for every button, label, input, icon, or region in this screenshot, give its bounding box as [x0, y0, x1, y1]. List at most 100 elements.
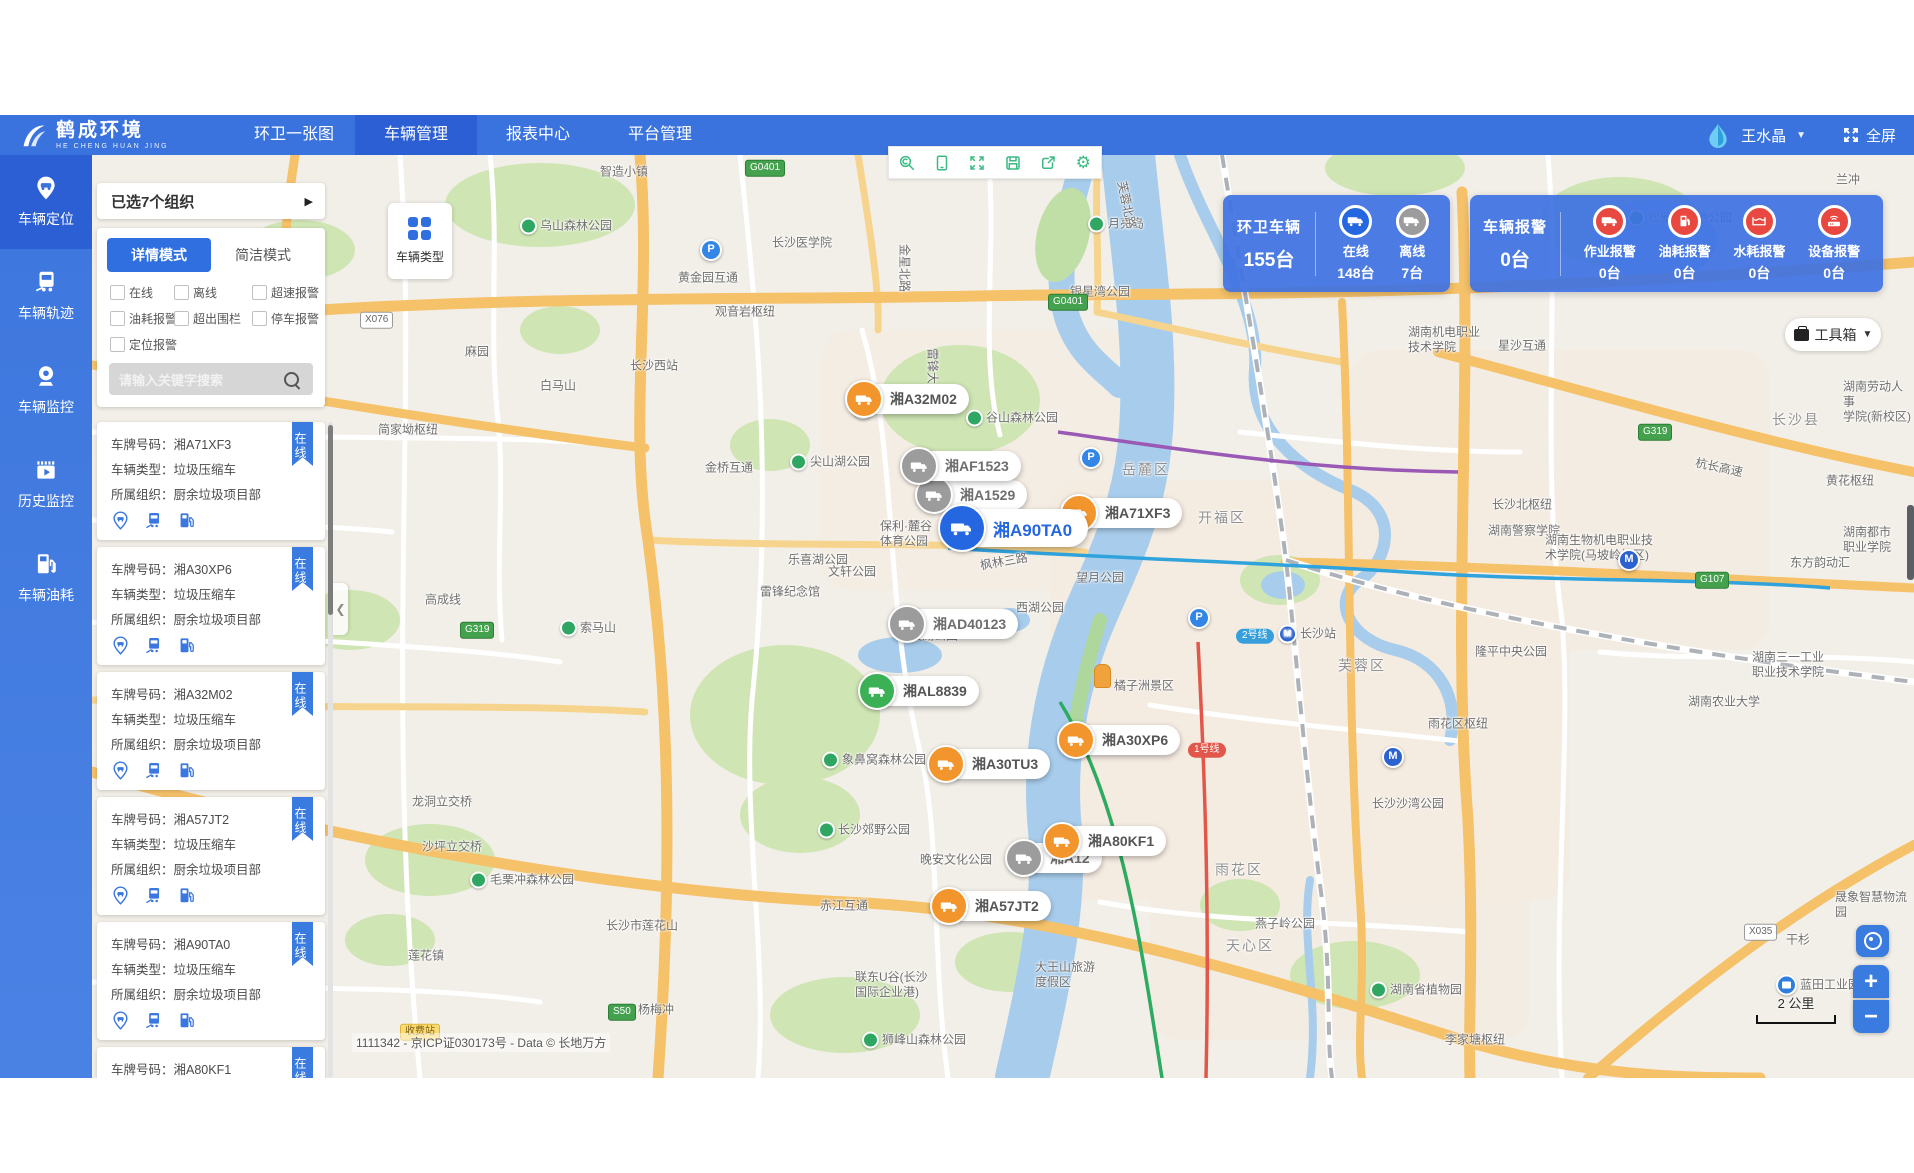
tablet-icon[interactable]	[933, 154, 951, 172]
search-icon[interactable]	[284, 372, 299, 387]
locate-button[interactable]	[1856, 925, 1889, 957]
vehicle-map-marker[interactable]: 湘A57JT2	[933, 891, 1051, 921]
settings-gear-icon[interactable]: ⚙	[1074, 154, 1092, 172]
filter-checkbox-item[interactable]: 在线	[110, 284, 174, 301]
tab-detail-mode[interactable]: 详情模式	[107, 238, 211, 272]
user-chevron-down-icon[interactable]: ▼	[1796, 130, 1806, 141]
filter-checkbox-item[interactable]: 油耗报警	[110, 310, 174, 327]
vehicle-card[interactable]: 车牌号码：湘A57JT2 车辆类型：垃圾压缩车 所属组织：厨余垃圾项目部 在线	[97, 797, 325, 915]
vehicle-map-marker[interactable]: 湘AF1523	[903, 451, 1021, 481]
nav-menu-item[interactable]: 环卫一张图	[233, 115, 355, 155]
online-value: 148台	[1337, 263, 1374, 283]
type-field-label: 车辆类型：	[111, 588, 174, 602]
track-playback-icon[interactable]	[144, 761, 163, 780]
tab-label: 简洁模式	[235, 247, 291, 263]
water-alarm-label: 水耗报警	[1733, 241, 1785, 260]
checkbox-box[interactable]	[252, 311, 267, 326]
checkbox-box[interactable]	[174, 285, 189, 300]
locate-vehicle-icon[interactable]	[111, 636, 130, 655]
vehicle-card[interactable]: 车牌号码：湘A30XP6 车辆类型：垃圾压缩车 所属组织：厨余垃圾项目部 在线	[97, 547, 325, 665]
zoom-out-button[interactable]: −	[1853, 1000, 1889, 1033]
truck-icon	[888, 605, 926, 643]
filter-checkbox-item[interactable]: 超速报警	[252, 284, 325, 301]
sidebar-item-vehicle-monitor[interactable]: 车辆监控	[0, 343, 92, 437]
offline-value: 7台	[1401, 263, 1423, 283]
sidebar-item-vehicle-location[interactable]: 车辆定位	[0, 155, 92, 249]
expand-icon[interactable]	[968, 154, 986, 172]
fuel-icon[interactable]	[177, 886, 196, 905]
type-field-label: 车辆类型：	[111, 963, 174, 977]
sidebar-item-label: 车辆定位	[18, 209, 74, 229]
filter-checkbox-item[interactable]: 超出围栏	[174, 310, 252, 327]
fuel-icon[interactable]	[177, 636, 196, 655]
locate-vehicle-icon[interactable]	[111, 1011, 130, 1030]
vehicle-card[interactable]: 车牌号码：湘A32M02 车辆类型：垃圾压缩车 所属组织：厨余垃圾项目部 在线	[97, 672, 325, 790]
vehicle-map-marker[interactable]: 湘A80KF1	[1046, 826, 1166, 856]
vehicle-type-button[interactable]: 车辆类型	[388, 203, 452, 279]
checkbox-box[interactable]	[110, 337, 125, 352]
fuel-icon[interactable]	[177, 511, 196, 530]
zoom-in-button[interactable]: +	[1853, 965, 1889, 998]
map-copyright: 1111342 - 京ICP证030173号 - Data © 长地万方	[352, 1033, 610, 1052]
list-scrollbar[interactable]	[328, 422, 333, 1078]
status-text: 在线	[292, 1057, 313, 1078]
vehicle-map-marker[interactable]: 湘AL8839	[861, 676, 979, 706]
checkbox-box[interactable]	[252, 285, 267, 300]
nav-menu-item[interactable]: 平台管理	[599, 115, 721, 155]
track-playback-icon[interactable]	[144, 1011, 163, 1030]
nav-menu-item[interactable]: 报表中心	[477, 115, 599, 155]
vehicle-card[interactable]: 车牌号码：湘A80KF1 车辆类型：垃圾压缩车 所属组织：厨余垃圾项目部 在线	[97, 1047, 325, 1078]
plate-field-label: 车牌号码：	[111, 688, 174, 702]
sidebar-item-vehicle-fuel[interactable]: 车辆油耗	[0, 531, 92, 625]
vehicle-map-marker[interactable]: 湘A30TU3	[930, 749, 1050, 779]
search-input[interactable]: 请输入关键字搜索	[109, 363, 313, 395]
track-playback-icon[interactable]	[144, 511, 163, 530]
org-field-label: 所属组织：	[111, 613, 174, 627]
filter-checkbox-item[interactable]: 定位报警	[110, 336, 174, 353]
circle-search-icon[interactable]	[898, 154, 916, 172]
checkbox-box[interactable]	[174, 311, 189, 326]
org-expand-arrow-icon[interactable]: ▶	[305, 195, 313, 208]
vehicle-card[interactable]: 车牌号码：湘A90TA0 车辆类型：垃圾压缩车 所属组织：厨余垃圾项目部 在线	[97, 922, 325, 1040]
fullscreen-label: 全屏	[1866, 125, 1896, 146]
sidebar-item-vehicle-track[interactable]: 车辆轨迹	[0, 249, 92, 343]
vehicle-map-marker[interactable]: 湘A90TA0	[941, 509, 1088, 547]
toolbox-button[interactable]: 工具箱 ▼	[1785, 318, 1881, 351]
panel-collapse-button[interactable]: ❮	[333, 583, 348, 635]
locate-vehicle-icon[interactable]	[111, 511, 130, 530]
filter-checkbox-item[interactable]: 停车报警	[252, 310, 325, 327]
vehicle-card[interactable]: 车牌号码：湘A71XF3 车辆类型：垃圾压缩车 所属组织：厨余垃圾项目部 在线	[97, 422, 325, 540]
nav-menu-item-label: 车辆管理	[384, 126, 448, 143]
fullscreen-button[interactable]: 全屏	[1842, 125, 1896, 146]
user-name[interactable]: 王水晶	[1741, 125, 1786, 146]
track-playback-icon[interactable]	[144, 886, 163, 905]
online-label: 在线	[1343, 241, 1369, 260]
app-body: 智造小镇乌山森林公园长沙医学院黄金园互通月亮岛金星北路芙蓉北路观音岩枢纽银星湾公…	[0, 155, 1914, 1078]
mode-tabs: 详情模式 简洁模式	[107, 238, 315, 272]
crane-logo-icon	[18, 120, 48, 150]
marker-plate-label: 湘AL8839	[903, 681, 967, 701]
export-icon[interactable]	[1039, 154, 1057, 172]
vehicle-map-marker[interactable]: 湘A30XP6	[1060, 725, 1180, 755]
tab-simple-mode[interactable]: 简洁模式	[211, 238, 315, 272]
track-playback-icon[interactable]	[144, 636, 163, 655]
vehicle-map-marker[interactable]: 湘A32M02	[848, 384, 969, 414]
fuel-icon[interactable]	[177, 761, 196, 780]
save-icon[interactable]	[1004, 154, 1022, 172]
locate-vehicle-icon[interactable]	[111, 761, 130, 780]
truck-icon	[1057, 721, 1095, 759]
locate-vehicle-icon[interactable]	[111, 886, 130, 905]
org-field-label: 所属组织：	[111, 488, 174, 502]
org-selector[interactable]: 已选7个组织 ▶	[97, 183, 325, 219]
checkbox-box[interactable]	[110, 311, 125, 326]
vehicle-map-marker[interactable]: 湘AD40123	[891, 609, 1018, 639]
nav-menu-item[interactable]: 车辆管理	[355, 115, 477, 155]
filter-checkbox-item[interactable]: 离线	[174, 284, 252, 301]
map-scrollbar-thumb[interactable]	[1907, 505, 1914, 580]
fuel-icon[interactable]	[177, 1011, 196, 1030]
truck-icon	[900, 447, 938, 485]
map-scale: 2 公里	[1756, 993, 1836, 1024]
checkbox-box[interactable]	[110, 285, 125, 300]
avatar[interactable]	[1705, 122, 1731, 148]
sidebar-item-history-monitor[interactable]: 历史监控	[0, 437, 92, 531]
